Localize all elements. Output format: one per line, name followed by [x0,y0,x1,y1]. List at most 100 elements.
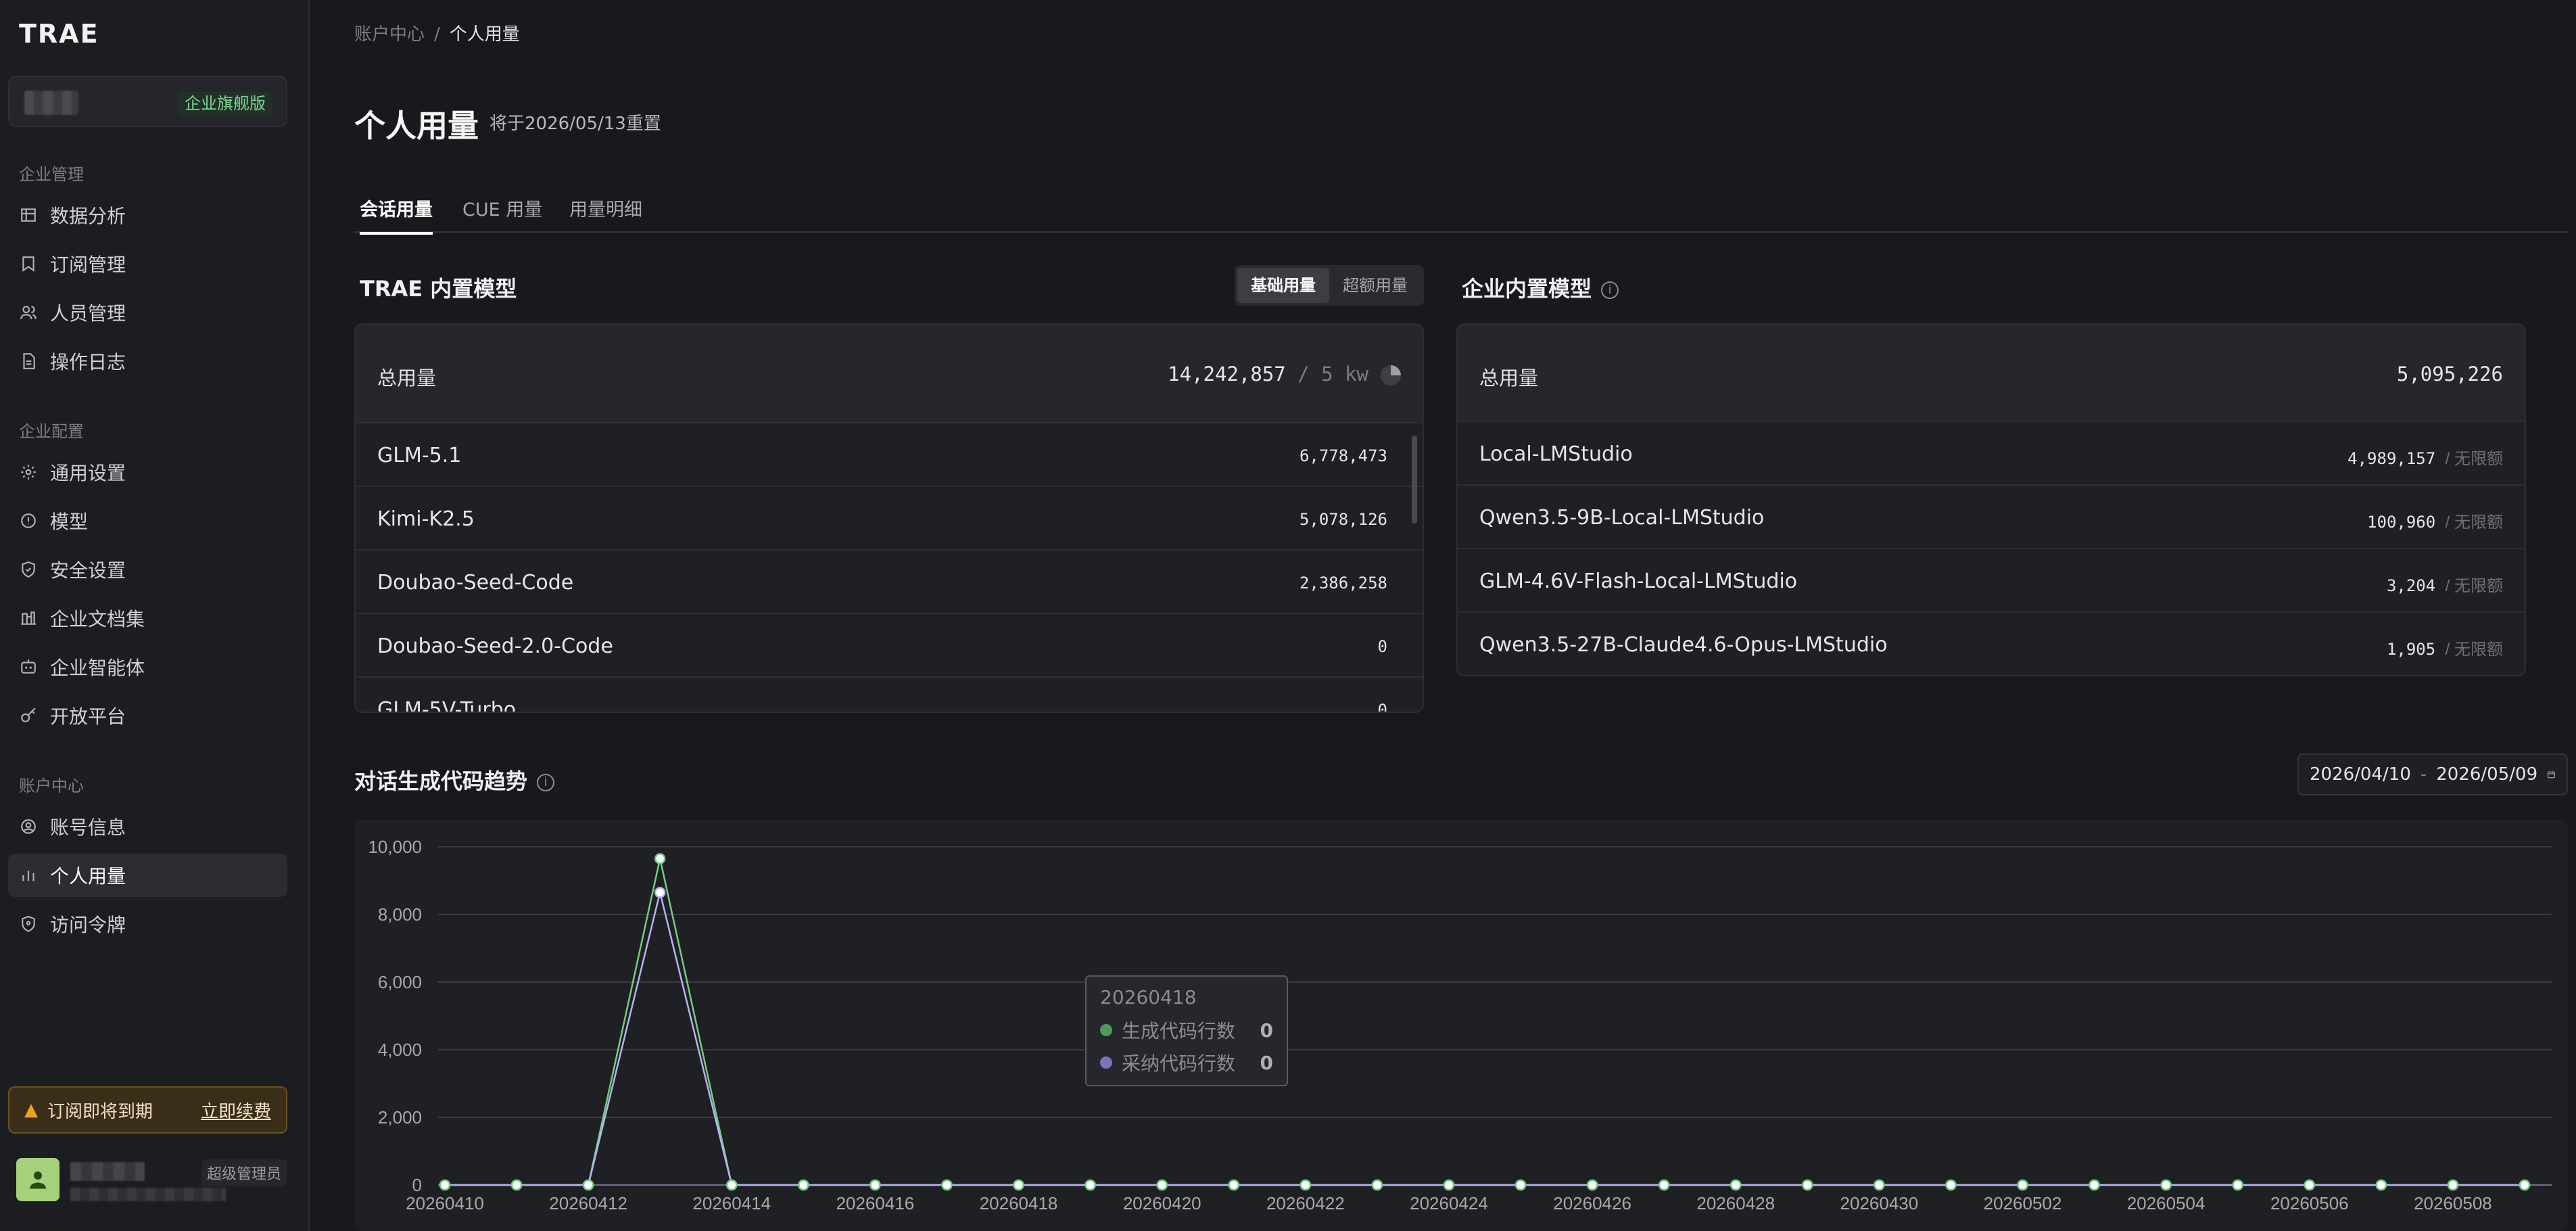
total-label: 总用量 [1479,367,1539,390]
quota-pie-icon [1381,365,1401,386]
tooltip-label: 采纳代码行数 [1122,1052,1236,1075]
y-tick-label: 0 [412,1175,422,1195]
tooltip-value: 0 [1260,1019,1273,1042]
sidebar-item[interactable]: 企业智能体 [8,645,287,689]
enterprise-usage-card: 总用量 5,095,226 Local-LMStudio 4,989,157 / … [1456,323,2526,676]
user-name-blurred [70,1162,145,1181]
usage-type-toggle: 基础用量 超额用量 [1235,265,1424,306]
section-label-account: 账户中心 [19,776,84,795]
x-tick-label: 20260506 [2270,1193,2349,1213]
sidebar-item[interactable]: 操作日志 [8,340,287,383]
data-point [941,1179,953,1191]
data-point [1371,1179,1383,1191]
trae-usage-card: 总用量 14,242,857 / 5 kw GLM-5.1 6,778,473 Ki… [354,323,1424,713]
model-usage-value: 2,386,258 [1299,574,1387,593]
segment-overage-usage[interactable]: 超额用量 [1329,268,1421,303]
sidebar-item[interactable]: 通用设置 [8,450,287,494]
total-value: 5,095,226 [2396,363,2503,386]
model-name: Doubao-Seed-2.0-Code [377,634,613,658]
total-label: 总用量 [377,367,437,390]
total-quota: / 5 kw [1297,363,1368,386]
y-tick-label: 8,000 [378,904,422,925]
sidebar-item-label: 模型 [50,511,89,533]
sidebar-item[interactable]: 访问令牌 [8,902,287,946]
tab-usage-detail[interactable]: 用量明细 [569,195,642,232]
model-usage-value: 4,989,157 / 无限额 [2347,449,2503,468]
data-point [1156,1179,1168,1191]
model-usage-row: GLM-4.6V-Flash-Local-LMStudio 3,204 / 无限额 [1458,549,2525,613]
data-point [654,887,666,898]
y-tick-label: 4,000 [378,1040,422,1060]
sidebar-item[interactable]: 个人用量 [8,854,287,897]
sidebar-item[interactable]: 账号信息 [8,805,287,848]
tooltip-value: 0 [1260,1051,1273,1074]
warning-icon: ▲ [24,1100,38,1120]
data-point [798,1179,809,1191]
x-tick-label: 20260424 [1410,1193,1488,1213]
model-usage-row: GLM-5V-Turbo 0 [356,678,1423,713]
model-usage-value: 3,204 / 无限额 [2386,576,2503,595]
sidebar-item-label: 数据分析 [50,205,126,227]
series-line [445,892,2525,1186]
sidebar-item-label: 账号信息 [50,816,126,839]
data-point [2519,1179,2531,1191]
info-icon[interactable]: i [537,774,555,791]
sidebar-item[interactable]: 安全设置 [8,548,287,591]
date-range-picker[interactable]: 2026/04/10 - 2026/05/09 [2297,753,2568,795]
x-tick-label: 20260426 [1553,1193,1631,1213]
sidebar-item-label: 安全设置 [50,559,126,582]
user-role-badge: 超级管理员 [201,1159,287,1186]
series-line [445,858,2525,1186]
tab-session-usage[interactable]: 会话用量 [360,195,433,235]
data-point [1443,1179,1455,1191]
model-usage-value: 0 [1377,701,1387,713]
data-point [2232,1179,2243,1191]
model-usage-value: 100,960 / 无限额 [2367,513,2503,532]
breadcrumb-current: 个人用量 [449,24,520,45]
sidebar-item-label: 开放平台 [50,705,126,728]
sidebar-item[interactable]: 订阅管理 [8,242,287,285]
bookmark-icon [19,254,38,273]
model-icon [19,511,38,530]
info-icon[interactable]: i [1601,281,1619,299]
model-name: Qwen3.5-27B-Claude4.6-Opus-LMStudio [1479,633,1888,657]
model-usage-row: Kimi-K2.5 5,078,126 [356,487,1423,551]
org-switcher[interactable]: 企业旗舰版 [8,76,287,127]
renew-link[interactable]: 立即续费 [201,1098,271,1123]
data-point [1586,1179,1598,1191]
page-title: 个人用量 [354,108,479,144]
model-usage-value: 6,778,473 [1299,446,1387,465]
tab-cue-usage[interactable]: CUE 用量 [462,195,542,232]
scrollbar[interactable] [1412,436,1417,524]
document-icon [19,352,38,371]
data-point [1945,1179,1957,1191]
sidebar-item[interactable]: 人员管理 [8,291,287,334]
model-usage-row: Qwen3.5-27B-Claude4.6-Opus-LMStudio 1,905… [1458,613,2525,675]
shield-icon [19,560,38,579]
sidebar-item[interactable]: 开放平台 [8,694,287,737]
data-point [1514,1179,1527,1191]
calendar-icon [2548,771,2555,779]
model-name: Kimi-K2.5 [377,507,475,531]
x-tick-label: 20260414 [692,1193,771,1213]
user-profile[interactable]: 超级管理员 [16,1158,287,1205]
segment-basic-usage[interactable]: 基础用量 [1237,268,1329,303]
x-tick-label: 20260502 [1984,1193,2062,1213]
sidebar-item[interactable]: 数据分析 [8,193,287,237]
model-name: GLM-5.1 [377,444,462,467]
subscription-expire-banner: ▲ 订阅即将到期 立即续费 [8,1086,287,1134]
sidebar-item[interactable]: 企业文档集 [8,597,287,640]
trae-logo[interactable]: TRAE [19,19,99,49]
breadcrumb-sep: / [434,24,440,45]
code-trend-chart: 0 2,000 4,000 6,000 8,000 10,000 20260410 20260… [354,820,2568,1231]
model-usage-row: Local-LMStudio 4,989,157 / 无限额 [1458,422,2525,486]
sidebar-item[interactable]: 模型 [8,499,287,542]
users-icon [19,303,38,322]
tooltip-label: 生成代码行数 [1122,1020,1236,1042]
line-chart: 0 2,000 4,000 6,000 8,000 10,000 20260410 20260… [368,837,2552,1213]
unlimited-label: / 无限额 [2445,513,2503,532]
data-point [2447,1179,2459,1191]
data-point [510,1179,523,1191]
breadcrumb: 账户中心 / 个人用量 [354,20,520,45]
breadcrumb-parent[interactable]: 账户中心 [354,24,425,45]
